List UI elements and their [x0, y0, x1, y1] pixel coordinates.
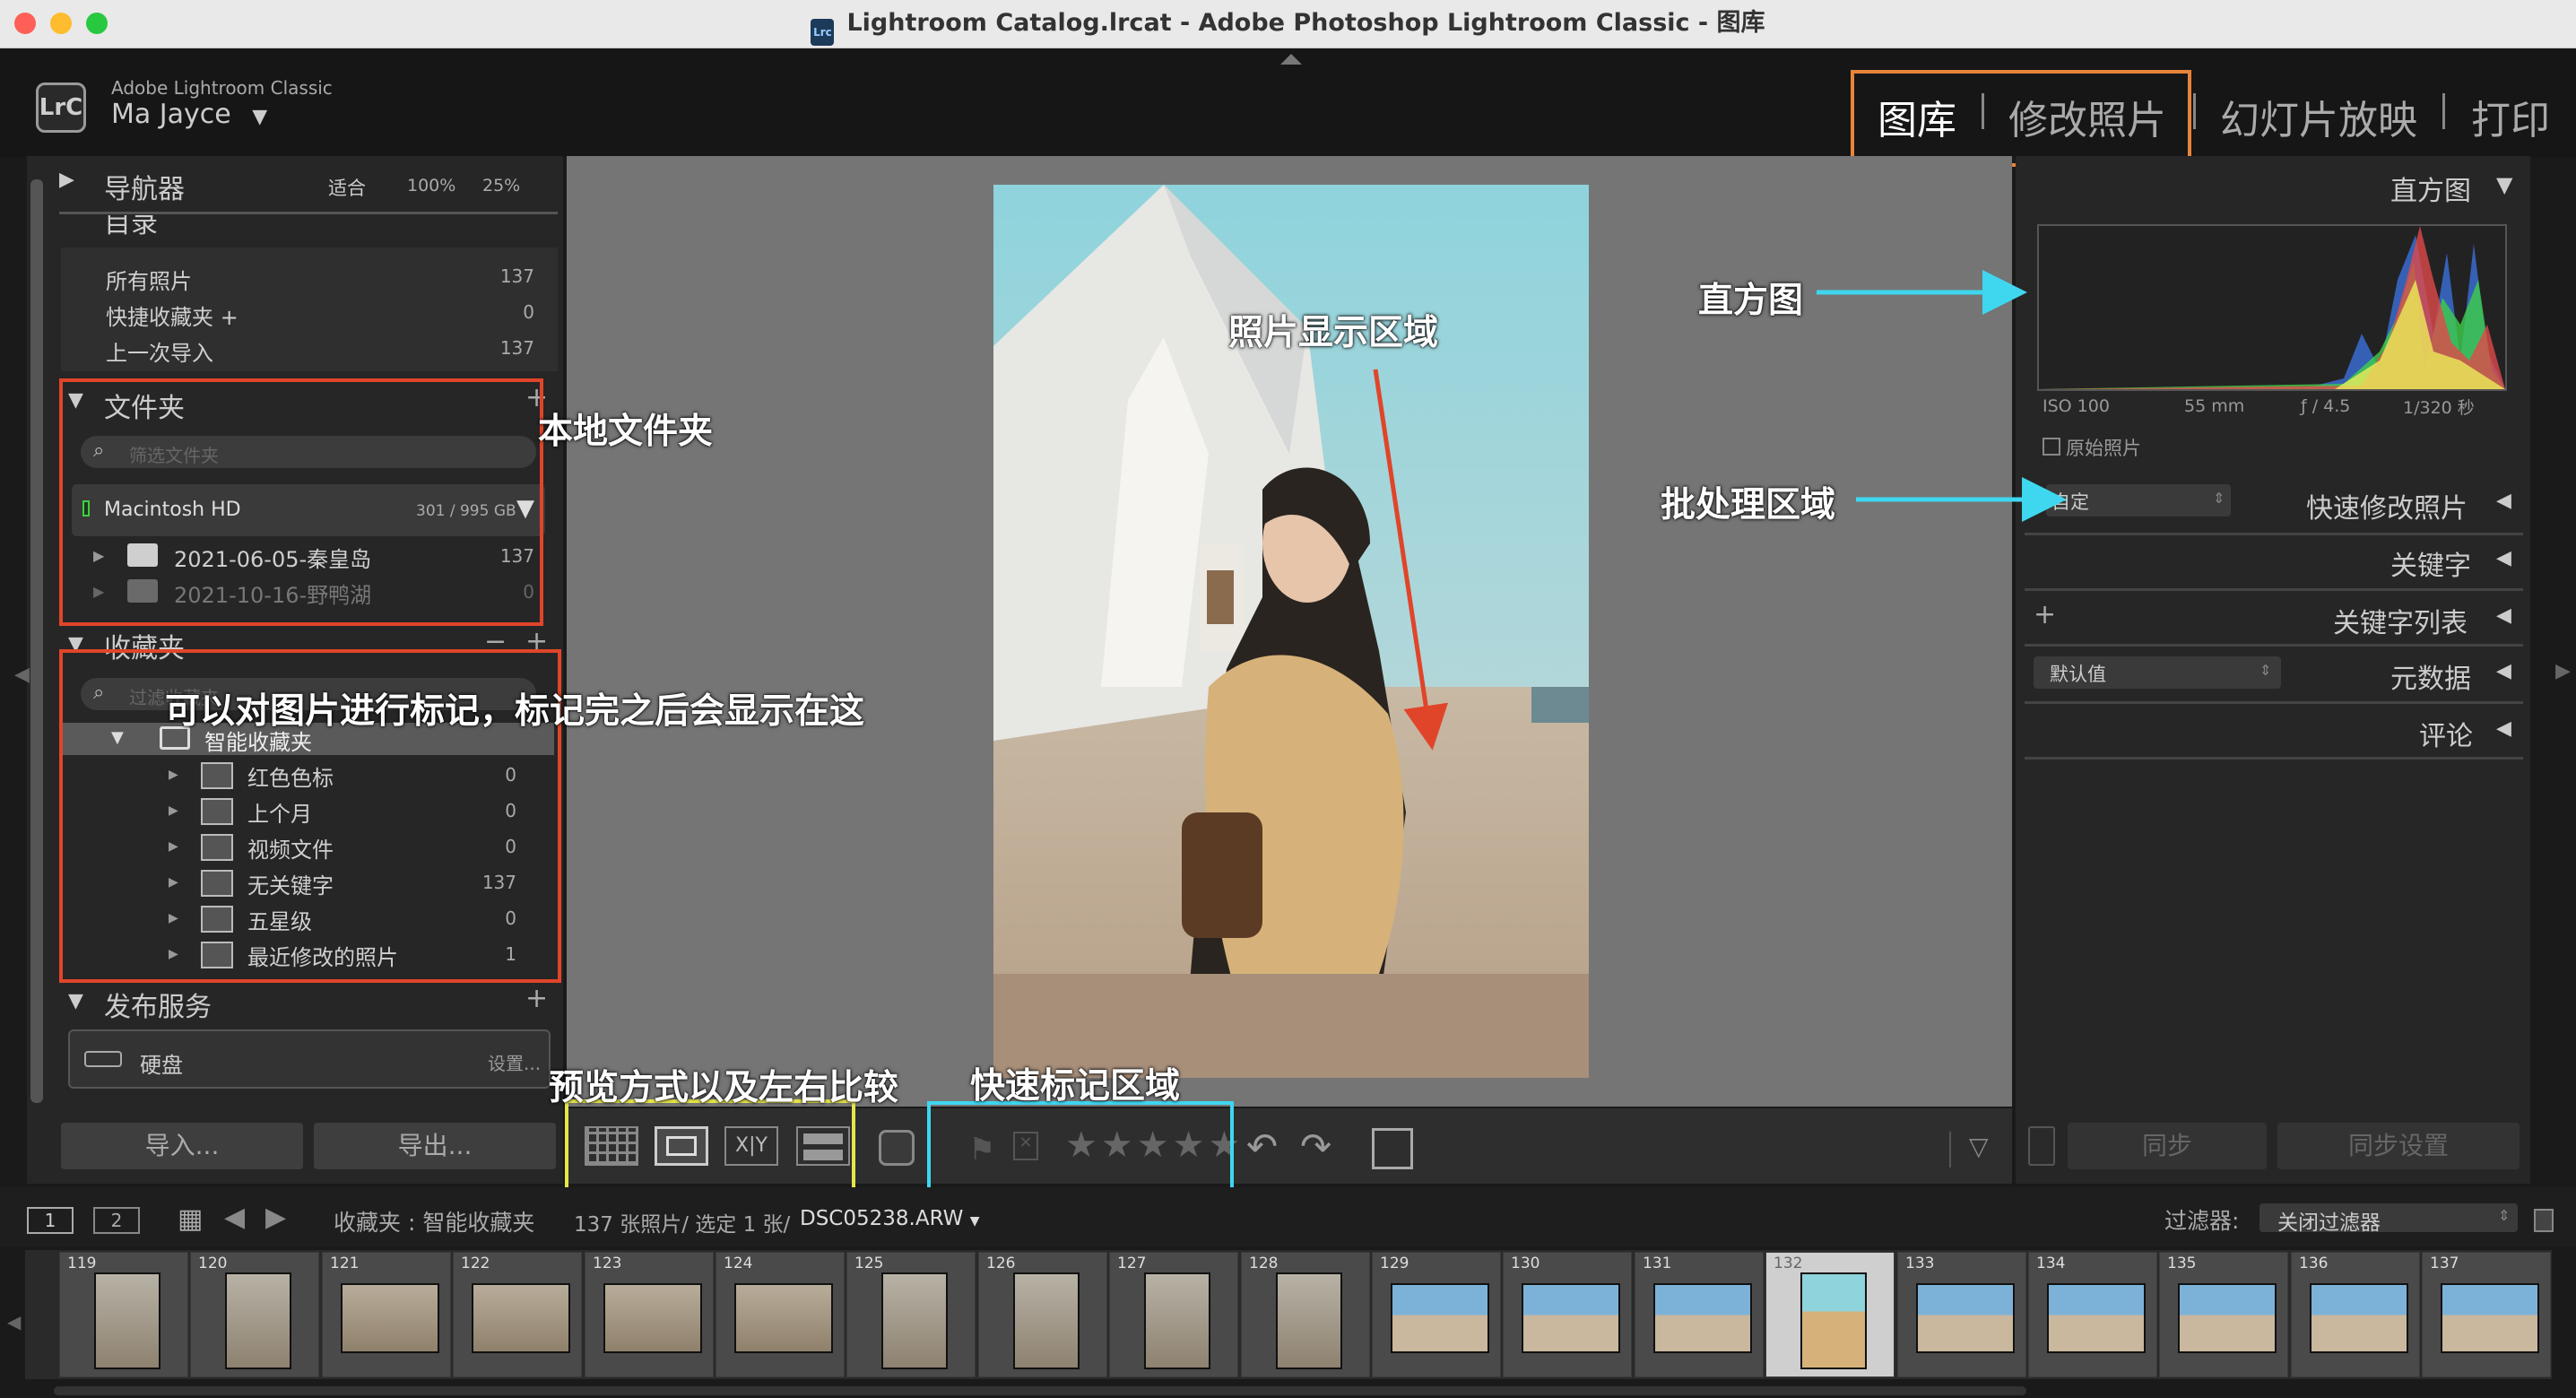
photo-arrow — [1373, 369, 1449, 751]
annotation-arrows — [1373, 270, 2067, 751]
